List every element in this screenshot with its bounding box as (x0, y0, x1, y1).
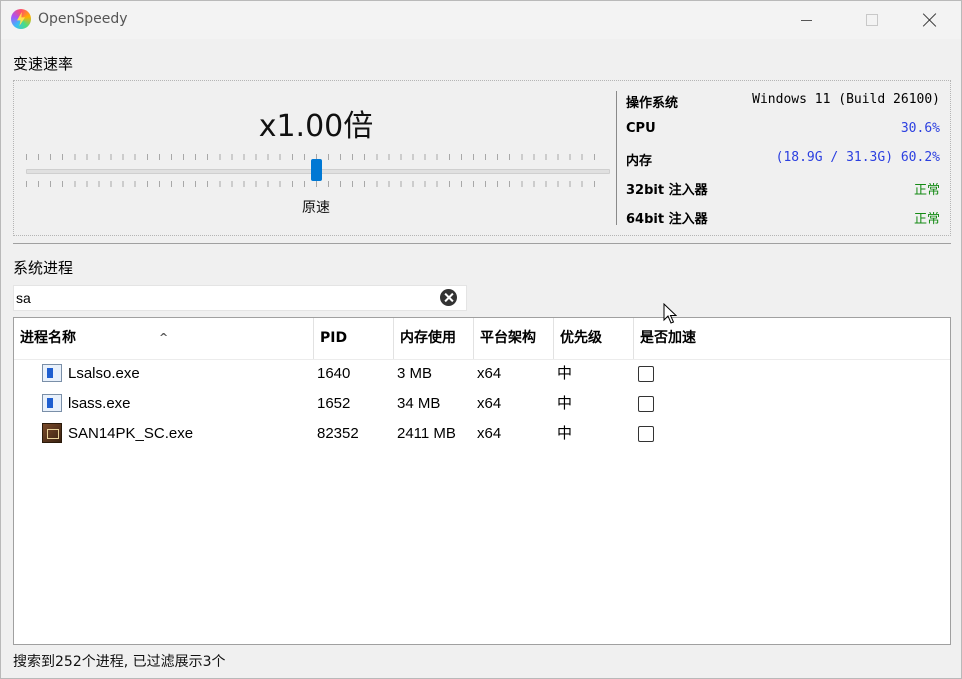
system-info-row: 32bit 注入器 正常 (626, 179, 940, 199)
game-app-icon (42, 423, 62, 443)
maximize-button[interactable] (849, 1, 895, 39)
cell-arch: x64 (477, 425, 502, 442)
column-header-name[interactable]: 进程名称 ^ (14, 318, 314, 359)
system-info-row: 操作系统 Windows 11 (Build 26100) (626, 92, 940, 112)
system-info-row: 内存 (18.9G / 31.3G) 60.2% (626, 150, 940, 170)
cell-arch: x64 (477, 395, 502, 412)
cell-memory: 3 MB (397, 365, 433, 382)
column-header-arch[interactable]: 平台架构 (474, 318, 554, 359)
search-input[interactable] (16, 288, 426, 308)
section-divider (13, 243, 951, 244)
speed-value: x1.00倍 (258, 109, 374, 144)
cell-priority: 中 (557, 395, 573, 412)
system-info-key: 内存 (626, 154, 653, 169)
maximize-icon (866, 14, 878, 26)
minimize-icon (800, 19, 812, 21)
process-section-label: 系统进程 (13, 259, 74, 277)
system-info-row: CPU 30.6% (626, 121, 940, 141)
speed-panel: x1.00倍 原速 操作系统 Windows 11 (Build 26100) CP… (13, 80, 951, 236)
system-info-key: 操作系统 (626, 96, 679, 111)
cell-arch: x64 (477, 365, 502, 382)
table-row[interactable]: lsass.exe 1652 34 MB x64 中 (14, 389, 950, 419)
cell-memory: 2411 MB (397, 425, 456, 442)
minimize-button[interactable] (783, 1, 829, 39)
status-bar-text: 搜索到252个进程, 已过滤展示3个 (13, 654, 226, 670)
app-logo-icon (11, 9, 31, 29)
window-title: OpenSpeedy (38, 11, 128, 27)
column-header-label: 进程名称 (20, 330, 76, 346)
system-process-icon (42, 394, 62, 412)
system-info-key: 32bit 注入器 (626, 183, 708, 198)
table-row[interactable]: Lsalso.exe 1640 3 MB x64 中 (14, 359, 950, 389)
system-info-key: 64bit 注入器 (626, 212, 708, 227)
system-info-row: 64bit 注入器 正常 (626, 208, 940, 228)
system-info-key: CPU (626, 121, 656, 136)
speed-slider-label: 原速 (302, 200, 330, 216)
cell-memory: 34 MB (397, 395, 441, 412)
system-info-value: 30.6% (900, 121, 940, 136)
cell-name: lsass.exe (68, 395, 131, 412)
system-process-icon (42, 364, 62, 382)
mouse-cursor-icon (663, 303, 677, 324)
accelerate-checkbox[interactable] (638, 366, 654, 382)
cell-priority: 中 (557, 365, 573, 382)
accelerate-checkbox[interactable] (638, 426, 654, 442)
close-button[interactable] (907, 1, 953, 39)
system-info-value: (18.9G / 31.3G) 60.2% (775, 150, 940, 165)
system-info-value: 正常 (913, 212, 940, 227)
cell-pid: 82352 (317, 425, 359, 442)
title-bar: OpenSpeedy (1, 1, 961, 39)
column-header-accelerated[interactable]: 是否加速 (634, 318, 950, 359)
slider-ticks-bottom (26, 181, 606, 187)
system-info-value: 正常 (913, 183, 940, 198)
app-window: OpenSpeedy 变速速率 x1.00倍 原速 操作系统 Windows 11… (0, 0, 962, 679)
process-table: 进程名称 ^ PID 内存使用 平台架构 优先级 是否加速 Lsalso.exe… (13, 317, 951, 645)
system-info-value: Windows 11 (Build 26100) (752, 92, 940, 107)
column-header-memory[interactable]: 内存使用 (394, 318, 474, 359)
speed-section-label: 变速速率 (13, 55, 74, 73)
table-header: 进程名称 ^ PID 内存使用 平台架构 优先级 是否加速 (14, 318, 950, 360)
clear-search-icon[interactable] (440, 289, 457, 306)
accelerate-checkbox[interactable] (638, 396, 654, 412)
cell-pid: 1640 (317, 365, 351, 382)
cell-pid: 1652 (317, 395, 351, 412)
cell-name: Lsalso.exe (68, 365, 140, 382)
search-box (13, 285, 467, 311)
cell-name: SAN14PK_SC.exe (68, 425, 194, 442)
column-header-priority[interactable]: 优先级 (554, 318, 634, 359)
sort-ascending-icon: ^ (159, 331, 169, 344)
cell-priority: 中 (557, 425, 573, 442)
speed-slider-thumb[interactable] (311, 159, 322, 181)
column-header-pid[interactable]: PID (314, 318, 394, 359)
close-icon (923, 13, 937, 27)
table-row[interactable]: SAN14PK_SC.exe 82352 2411 MB x64 中 (14, 419, 950, 449)
info-divider (616, 91, 617, 225)
